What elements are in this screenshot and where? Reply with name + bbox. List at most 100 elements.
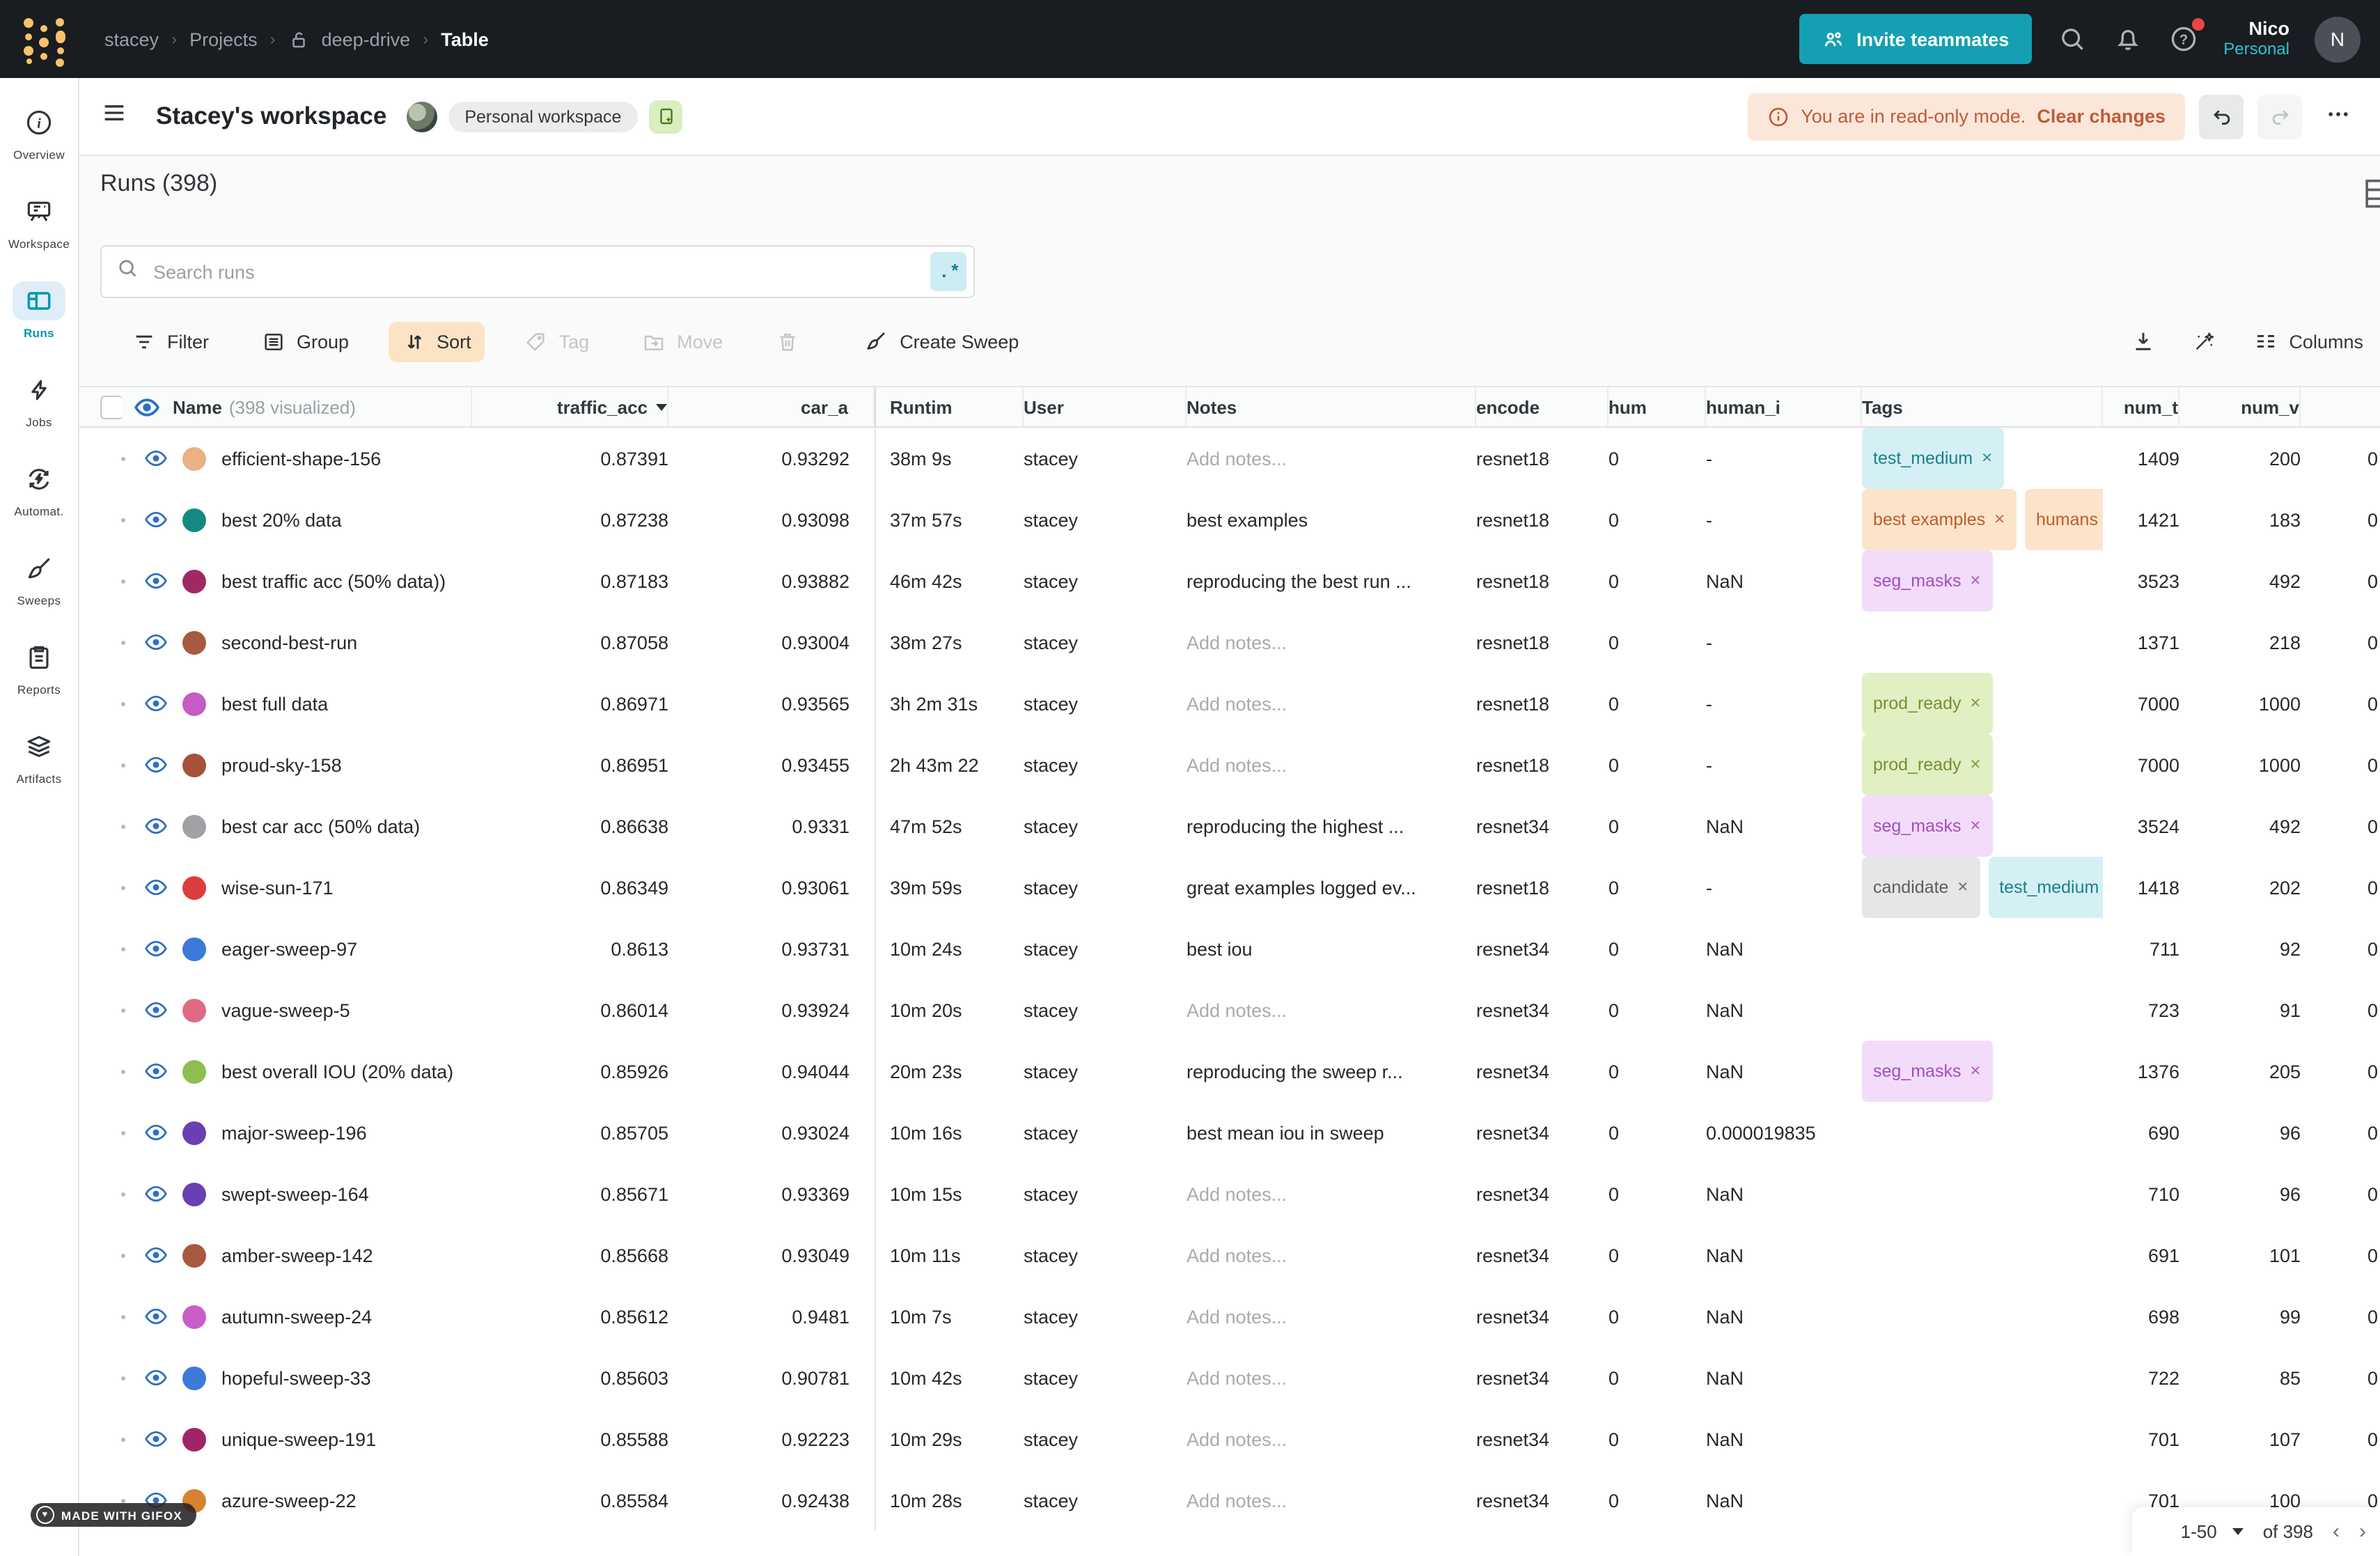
sidebar-item-workspace[interactable]: Workspace (0, 192, 78, 251)
table-row[interactable]: best traffic acc (50% data)) 0.87183 0.9… (0, 550, 2380, 612)
visualize-all-eye-icon[interactable] (134, 387, 162, 426)
visibility-eye-icon[interactable] (143, 734, 182, 795)
cell-notes[interactable]: Add notes... (1187, 734, 1476, 795)
visibility-eye-icon[interactable] (143, 918, 182, 979)
header-hum[interactable]: hum (1608, 387, 1706, 426)
remove-tag-icon[interactable]: ✕ (1969, 554, 1981, 607)
visibility-eye-icon[interactable] (143, 428, 182, 489)
header-human-i[interactable]: human_i (1706, 387, 1862, 426)
run-name[interactable]: best full data (221, 673, 472, 734)
run-tag[interactable]: seg_masks✕ (1862, 1041, 1992, 1102)
workspace-owner-avatar[interactable] (406, 101, 437, 132)
table-row[interactable]: azure-sweep-22 0.85584 0.92438 10m 28s s… (0, 1470, 2380, 1531)
drag-handle[interactable] (121, 428, 143, 489)
workspace-title[interactable]: Stacey's workspace (156, 102, 386, 131)
drag-handle[interactable] (121, 857, 143, 918)
drag-handle[interactable] (121, 1224, 143, 1286)
visibility-eye-icon[interactable] (143, 1163, 182, 1224)
prev-page-icon[interactable]: ‹ (2333, 1520, 2340, 1543)
header-runtime[interactable]: Runtim (875, 387, 1024, 426)
undo-button[interactable] (2199, 94, 2244, 139)
drag-handle[interactable] (121, 612, 143, 673)
drag-handle[interactable] (121, 979, 143, 1041)
drag-handle[interactable] (121, 734, 143, 795)
table-panel-icon[interactable] (2363, 178, 2380, 216)
visibility-eye-icon[interactable] (143, 1347, 182, 1408)
run-name[interactable]: amber-sweep-142 (221, 1224, 472, 1286)
drag-handle[interactable] (121, 918, 143, 979)
notifications-bell-icon[interactable] (2112, 24, 2143, 54)
header-tags[interactable]: Tags (1862, 387, 2103, 426)
header-user[interactable]: User (1024, 387, 1187, 426)
table-row[interactable]: efficient-shape-156 0.87391 0.93292 38m … (0, 428, 2380, 489)
move-button[interactable]: Move (628, 321, 737, 361)
drag-handle[interactable] (121, 1347, 143, 1408)
drag-handle[interactable] (121, 795, 143, 857)
export-download-icon[interactable] (2130, 329, 2155, 354)
breadcrumb-user[interactable]: stacey (104, 29, 159, 49)
visibility-eye-icon[interactable] (143, 857, 182, 918)
sidebar-item-jobs[interactable]: Jobs (0, 371, 78, 429)
visibility-eye-icon[interactable] (143, 1041, 182, 1102)
redo-button[interactable] (2257, 94, 2302, 139)
visibility-eye-icon[interactable] (143, 979, 182, 1041)
remove-tag-icon[interactable]: ✕ (1969, 1045, 1981, 1098)
table-row[interactable]: hopeful-sweep-33 0.85603 0.90781 10m 42s… (0, 1347, 2380, 1408)
avatar[interactable]: N (2315, 16, 2361, 62)
cell-notes[interactable]: Add notes... (1187, 979, 1476, 1041)
workspace-device-icon[interactable] (649, 100, 682, 133)
drag-handle[interactable] (121, 1041, 143, 1102)
delete-trash-icon[interactable] (762, 321, 813, 361)
cell-notes[interactable]: best mean iou in sweep (1187, 1102, 1476, 1163)
drag-handle[interactable] (121, 550, 143, 612)
table-row[interactable]: unique-sweep-191 0.85588 0.92223 10m 29s… (0, 1408, 2380, 1470)
run-name[interactable]: wise-sun-171 (221, 857, 472, 918)
visibility-eye-icon[interactable] (143, 1286, 182, 1347)
visibility-eye-icon[interactable] (143, 795, 182, 857)
breadcrumb-project[interactable]: deep-drive (322, 29, 411, 49)
group-button[interactable]: Group (248, 321, 363, 361)
run-tag[interactable]: test_medium✕ (1862, 428, 2004, 489)
run-tag[interactable]: prod_ready✕ (1862, 734, 1992, 795)
drag-handle[interactable] (121, 489, 143, 550)
drag-handle[interactable] (121, 1163, 143, 1224)
remove-tag-icon[interactable]: ✕ (1957, 861, 1968, 914)
search-runs-input[interactable] (150, 260, 930, 283)
cell-notes[interactable]: Add notes... (1187, 1408, 1476, 1470)
magic-wand-icon[interactable] (2191, 329, 2216, 354)
cell-notes[interactable]: reproducing the highest ... (1187, 795, 1476, 857)
wandb-logo-icon[interactable] (21, 14, 68, 64)
page-size-dropdown[interactable]: 1-50 (2181, 1521, 2244, 1542)
run-tag[interactable]: prod_ready✕ (1862, 673, 1992, 734)
search-icon[interactable] (2056, 24, 2087, 54)
select-all-checkbox[interactable] (100, 395, 123, 419)
table-row[interactable]: best overall IOU (20% data) 0.85926 0.94… (0, 1041, 2380, 1102)
create-sweep-button[interactable]: Create Sweep (850, 320, 1033, 362)
run-name[interactable]: vague-sweep-5 (221, 979, 472, 1041)
header-traffic-acc[interactable]: traffic_acc (472, 387, 668, 426)
run-name[interactable]: major-sweep-196 (221, 1102, 472, 1163)
tag-button[interactable]: Tag (510, 321, 604, 361)
cell-notes[interactable]: best iou (1187, 918, 1476, 979)
table-row[interactable]: best 20% data 0.87238 0.93098 37m 57s st… (0, 489, 2380, 550)
user-menu[interactable]: Nico Personal (2223, 19, 2289, 60)
header-num-v[interactable]: num_v (2179, 387, 2301, 426)
visibility-eye-icon[interactable] (143, 673, 182, 734)
menu-hamburger-icon[interactable] (100, 99, 128, 134)
visibility-eye-icon[interactable] (143, 550, 182, 612)
sidebar-item-reports[interactable]: Reports (0, 638, 78, 697)
table-row[interactable]: autumn-sweep-24 0.85612 0.9481 10m 7s st… (0, 1286, 2380, 1347)
run-name[interactable]: proud-sky-158 (221, 734, 472, 795)
workspace-type-badge[interactable]: Personal workspace (448, 101, 638, 132)
table-row[interactable]: proud-sky-158 0.86951 0.93455 2h 43m 22 … (0, 734, 2380, 795)
visibility-eye-icon[interactable] (143, 1224, 182, 1286)
run-name[interactable]: best 20% data (221, 489, 472, 550)
columns-button[interactable]: Columns (2253, 329, 2363, 354)
run-name[interactable]: hopeful-sweep-33 (221, 1347, 472, 1408)
remove-tag-icon[interactable]: ✕ (1994, 493, 2005, 546)
run-name[interactable]: best traffic acc (50% data)) (221, 550, 472, 612)
table-row[interactable]: best full data 0.86971 0.93565 3h 2m 31s… (0, 673, 2380, 734)
help-icon[interactable]: ? (2168, 24, 2198, 54)
drag-handle[interactable] (121, 1102, 143, 1163)
table-row[interactable]: vague-sweep-5 0.86014 0.93924 10m 20s st… (0, 979, 2380, 1041)
